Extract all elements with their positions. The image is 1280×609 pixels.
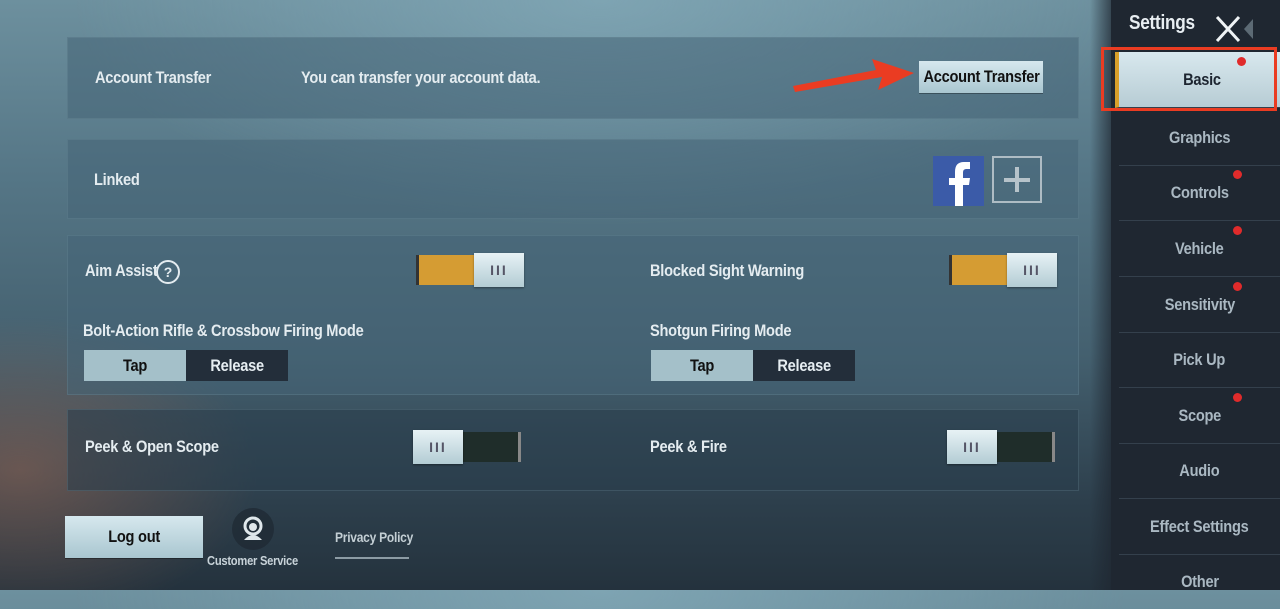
account-transfer-label: Account Transfer <box>95 68 212 87</box>
peek-settings-panel: Peek & Open Scope III Peek & Fire III <box>67 409 1079 491</box>
facebook-icon[interactable] <box>933 156 984 206</box>
toggle-knob[interactable]: III <box>474 253 524 287</box>
account-transfer-description: You can transfer your account data. <box>301 68 541 87</box>
bolt-action-mode-label: Bolt-Action Rifle & Crossbow Firing Mode <box>83 321 364 340</box>
close-icon <box>1215 15 1253 43</box>
toggle-knob[interactable]: III <box>947 430 997 464</box>
linked-label: Linked <box>94 170 140 189</box>
release-option[interactable]: Release <box>753 350 855 381</box>
plus-icon <box>1004 167 1030 192</box>
logout-button[interactable]: Log out <box>65 516 203 558</box>
add-account-button[interactable] <box>992 156 1042 203</box>
toggle-knob[interactable]: III <box>413 430 463 464</box>
sidebar-item-graphics[interactable]: Graphics <box>1119 110 1280 166</box>
notification-dot <box>1233 282 1242 291</box>
release-option[interactable]: Release <box>186 350 288 381</box>
help-icon[interactable]: ? <box>156 260 180 284</box>
sidebar-item-effect-settings[interactable]: Effect Settings <box>1119 499 1280 555</box>
shotgun-mode-label: Shotgun Firing Mode <box>650 321 792 340</box>
sidebar-item-scope[interactable]: Scope <box>1119 388 1280 444</box>
notification-dot <box>1233 170 1242 179</box>
customer-service-button[interactable]: Customer Service <box>205 508 301 570</box>
blocked-sight-warning-label: Blocked Sight Warning <box>650 261 805 280</box>
sidebar-item-controls[interactable]: Controls <box>1119 165 1280 221</box>
sidebar-item-other[interactable]: Other <box>1119 554 1280 609</box>
sidebar-item-sensitivity[interactable]: Sensitivity <box>1119 277 1280 333</box>
toggle-knob[interactable]: III <box>1007 253 1057 287</box>
privacy-policy-link[interactable]: Privacy Policy <box>335 529 413 559</box>
peek-open-scope-label: Peek & Open Scope <box>85 437 219 456</box>
peek-fire-toggle[interactable]: III <box>947 430 1055 466</box>
sidebar-item-pick-up[interactable]: Pick Up <box>1119 332 1280 388</box>
aim-assist-toggle[interactable]: III <box>416 253 524 289</box>
settings-title: Settings <box>1129 12 1195 34</box>
headset-icon <box>232 508 274 550</box>
linked-panel: Linked <box>67 139 1079 219</box>
sidebar-item-audio[interactable]: Audio <box>1119 443 1280 499</box>
annotation-highlight-box <box>1101 47 1277 111</box>
annotation-arrow <box>793 59 914 92</box>
shotgun-mode-selector: Tap Release <box>651 350 855 381</box>
peek-fire-label: Peek & Fire <box>650 437 727 456</box>
toggle-track <box>949 255 1014 285</box>
toggle-track <box>460 432 521 462</box>
customer-service-label: Customer Service <box>207 553 298 568</box>
sidebar-item-vehicle[interactable]: Vehicle <box>1119 221 1280 277</box>
account-transfer-button[interactable]: Account Transfer <box>919 61 1043 93</box>
toggle-track <box>416 255 481 285</box>
notification-dot <box>1233 393 1242 402</box>
blocked-sight-warning-toggle[interactable]: III <box>949 253 1057 289</box>
close-button[interactable] <box>1213 14 1257 44</box>
peek-open-scope-toggle[interactable]: III <box>413 430 521 466</box>
tap-option[interactable]: Tap <box>84 350 186 381</box>
account-transfer-panel: Account Transfer You can transfer your a… <box>67 37 1079 119</box>
toggle-track <box>994 432 1055 462</box>
notification-dot <box>1233 226 1242 235</box>
bolt-action-mode-selector: Tap Release <box>84 350 288 381</box>
combat-settings-panel: Aim Assist ? III Blocked Sight Warning I… <box>67 235 1079 395</box>
tap-option[interactable]: Tap <box>651 350 753 381</box>
